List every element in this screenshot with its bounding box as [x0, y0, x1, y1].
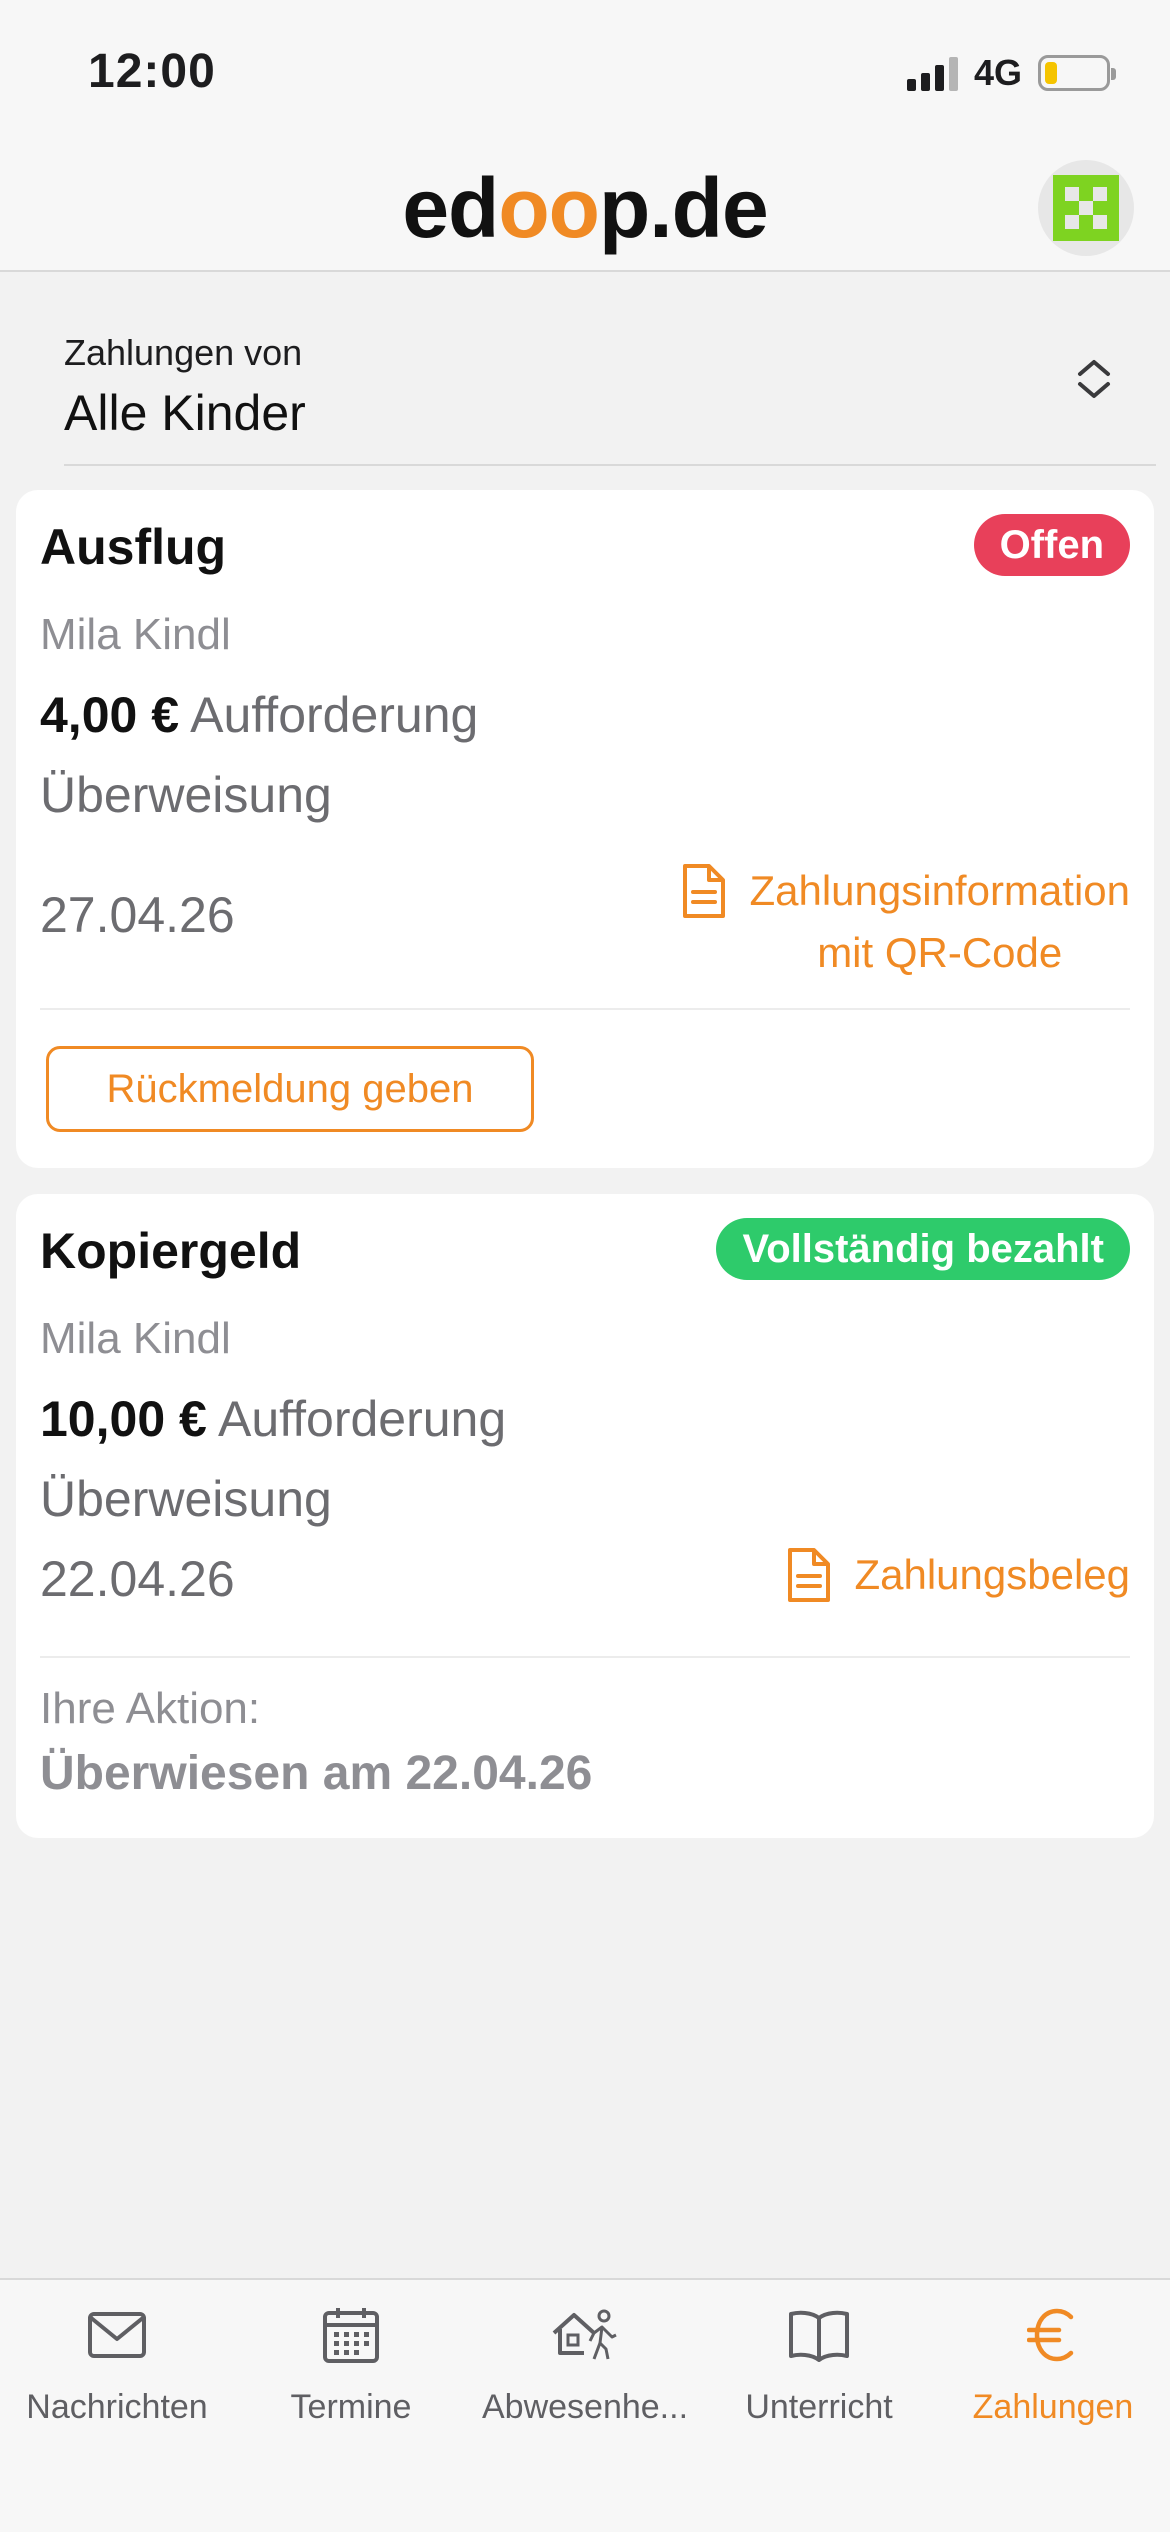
tab-nachrichten[interactable]: Nachrichten	[0, 2300, 234, 2427]
payment-title: Kopiergeld	[40, 1223, 302, 1279]
payment-method: Überweisung	[40, 767, 332, 823]
app-logo: edoop.de	[402, 161, 768, 255]
amount: 10,00 €	[40, 1391, 207, 1447]
payment-info-text: Zahlungsinformation mit QR-Code	[749, 867, 1130, 976]
calendar-icon	[323, 2308, 379, 2363]
absence-icon	[552, 2309, 617, 2360]
document-icon	[788, 1548, 831, 1602]
payment-date: 22.04.26	[40, 1551, 235, 1607]
document-icon	[683, 864, 726, 918]
status-badge: Vollständig bezahlt	[716, 1218, 1130, 1280]
payment-info-qr-link[interactable]: Zahlungsinformation mit QR-Code	[681, 860, 1130, 984]
euro-icon	[1027, 2308, 1074, 2362]
avatar[interactable]	[1038, 160, 1134, 256]
amount-line: 10,00 € Aufforderung	[40, 1390, 506, 1448]
chevron-up-down-icon	[1078, 360, 1110, 398]
receipt-text: Zahlungsbeleg	[854, 1551, 1130, 1598]
status-bar: 12:00 4G	[0, 0, 1170, 140]
amount-line: 4,00 € Aufforderung	[40, 686, 478, 744]
book-icon	[789, 2310, 849, 2362]
child-name: Mila Kindl	[40, 610, 231, 659]
tab-zahlungen[interactable]: Zahlungen	[936, 2300, 1170, 2427]
action-value: Überwiesen am 22.04.26	[40, 1747, 593, 1800]
tab-label: Zahlungen	[972, 2388, 1134, 2426]
child-name: Mila Kindl	[40, 1314, 231, 1363]
payment-title: Ausflug	[40, 519, 227, 575]
signal-icon	[906, 55, 958, 91]
amount-suffix: Aufforderung	[217, 1391, 507, 1447]
battery-icon	[1038, 55, 1116, 91]
status-badge: Offen	[973, 514, 1130, 576]
status-indicators: 4G	[906, 52, 1116, 94]
payment-card[interactable]: Ausflug Offen Mila Kindl 4,00 € Aufforde…	[16, 490, 1154, 1168]
envelope-icon	[88, 2312, 146, 2358]
tab-label: Unterricht	[745, 2388, 893, 2426]
avatar-pattern-icon	[1053, 175, 1119, 241]
network-type: 4G	[973, 52, 1022, 93]
tab-abwesenheit[interactable]: Abwesenhe...	[468, 2300, 702, 2427]
tab-unterricht[interactable]: Unterricht	[702, 2300, 936, 2427]
payment-card[interactable]: Kopiergeld Vollständig bezahlt Mila Kind…	[16, 1194, 1154, 1838]
filter-value: Alle Kinder	[64, 385, 306, 441]
card-divider	[40, 1008, 1130, 1010]
action-label: Ihre Aktion:	[40, 1684, 261, 1733]
tab-label: Nachrichten	[26, 2388, 208, 2426]
amount: 4,00 €	[40, 687, 180, 743]
tab-bar: Nachrichten Termine Abwesenhe... Unterri…	[0, 2278, 1170, 2532]
card-divider	[40, 1656, 1130, 1658]
feedback-button[interactable]: Rückmeldung geben	[46, 1046, 534, 1132]
tab-label: Abwesenhe...	[481, 2388, 689, 2426]
tab-label: Termine	[290, 2388, 412, 2426]
child-filter[interactable]: Zahlungen von Alle Kinder	[64, 272, 1156, 466]
payment-method: Überweisung	[40, 1471, 332, 1527]
status-time: 12:00	[88, 45, 216, 98]
amount-suffix: Aufforderung	[190, 687, 479, 743]
receipt-link[interactable]: Zahlungsbeleg	[786, 1544, 1130, 1606]
tab-termine[interactable]: Termine	[234, 2300, 468, 2427]
payment-date: 27.04.26	[40, 887, 235, 943]
filter-label: Zahlungen von	[64, 332, 303, 373]
app-header: edoop.de	[0, 140, 1170, 272]
